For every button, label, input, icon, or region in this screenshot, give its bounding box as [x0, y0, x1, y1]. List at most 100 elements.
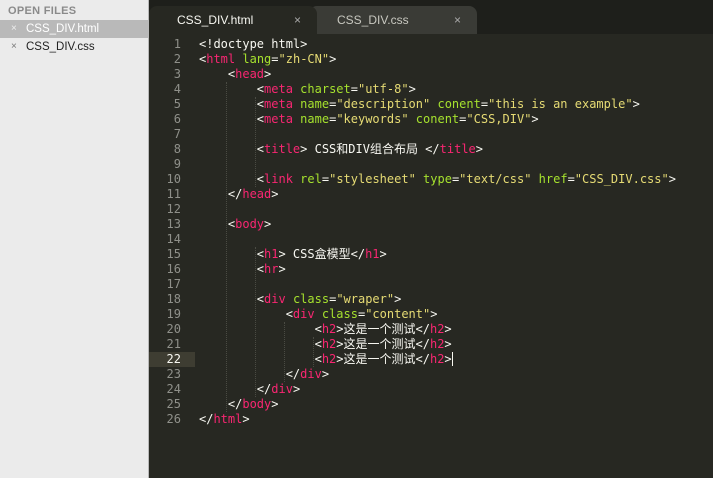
- code-token: <: [199, 322, 322, 336]
- code-token: >: [379, 247, 387, 261]
- code-token: >: [394, 292, 402, 306]
- code-token: >: [264, 217, 272, 231]
- line-number: 5: [173, 97, 181, 111]
- code-token: <: [199, 97, 265, 111]
- code-token: "keywords": [336, 112, 409, 126]
- code-token: html: [206, 52, 236, 66]
- code-token: meta: [264, 97, 293, 111]
- line-number: 25: [166, 397, 181, 411]
- code-line[interactable]: <meta name="keywords" conent="CSS,DIV">: [199, 112, 539, 127]
- code-token: h2: [321, 352, 337, 366]
- code-token: =: [567, 172, 575, 186]
- tab-css-div-css[interactable]: CSS_DIV.css ×: [309, 6, 477, 34]
- code-token: h1: [264, 247, 279, 261]
- tab-css-div-html[interactable]: CSS_DIV.html ×: [149, 6, 317, 34]
- code-token: rel: [300, 172, 322, 186]
- code-token: div: [271, 382, 293, 396]
- code-token: <: [199, 142, 265, 156]
- code-line[interactable]: <hr>: [199, 262, 286, 277]
- code-token: meta: [264, 82, 293, 96]
- code-token: >: [475, 142, 483, 156]
- code-token: "this is an example": [488, 97, 633, 111]
- code-token: class: [321, 307, 358, 321]
- line-number: 17: [166, 277, 181, 291]
- code-line[interactable]: <meta charset="utf-8">: [199, 82, 416, 97]
- code-line[interactable]: </div>: [199, 367, 329, 382]
- code-line[interactable]: <link rel="stylesheet" type="text/css" h…: [199, 172, 676, 187]
- code-line[interactable]: <body>: [199, 217, 271, 232]
- code-line[interactable]: <div class="content">: [199, 307, 438, 322]
- code-line[interactable]: <meta name="description" conent="this is…: [199, 97, 640, 112]
- code-token: "CSS,DIV": [466, 112, 532, 126]
- tab-bar: CSS_DIV.css × CSS_DIV.html ×: [149, 0, 713, 34]
- code-line[interactable]: </head>: [199, 187, 279, 202]
- line-number: 26: [166, 412, 181, 426]
- code-token: > CSS和DIV组合布局 </: [300, 142, 440, 156]
- line-number: 2: [173, 52, 181, 66]
- code-editor[interactable]: 1 2 3 4 5 6 7 8 9 10 11 12 13 14 15 16 17 18 19 20 21 22 23 24 2…: [149, 34, 713, 478]
- tab-label: CSS_DIV.css: [337, 13, 409, 27]
- code-token: title: [439, 142, 476, 156]
- code-line[interactable]: <html lang="zh-CN">: [199, 52, 336, 67]
- close-icon[interactable]: ×: [454, 6, 461, 34]
- code-line[interactable]: <head>: [199, 67, 271, 82]
- code-line[interactable]: </body>: [199, 397, 279, 412]
- code-line[interactable]: <!doctype html>: [199, 37, 307, 52]
- code-line[interactable]: <h1> CSS盒模型</h1>: [199, 247, 387, 262]
- code-token: name: [300, 112, 330, 126]
- code-line[interactable]: <h2>这是一个测试</h2>: [199, 337, 452, 352]
- code-token: =: [271, 52, 279, 66]
- line-number: 7: [173, 127, 181, 141]
- code-token: >: [668, 172, 676, 186]
- code-line[interactable]: </html>: [199, 412, 250, 427]
- open-files-header: OPEN FILES: [8, 5, 77, 17]
- code-token: > CSS盒模型</: [278, 247, 366, 261]
- code-token: <: [199, 262, 265, 276]
- code-token: >: [531, 112, 539, 126]
- code-token: "content": [365, 307, 431, 321]
- code-token: <: [199, 247, 265, 261]
- code-token: =: [480, 97, 489, 111]
- code-token: body: [235, 217, 265, 231]
- code-line[interactable]: <h2>这是一个测试</h2>: [199, 352, 453, 367]
- line-number: 22: [166, 352, 181, 366]
- code-token: <: [199, 307, 293, 321]
- line-number: 8: [173, 142, 181, 156]
- sidebar-file-css-div-css[interactable]: × CSS_DIV.css: [0, 38, 148, 56]
- code-token: h2: [321, 322, 337, 336]
- code-token: title: [264, 142, 301, 156]
- code-token: href: [538, 172, 568, 186]
- code-token: <!doctype html>: [199, 37, 308, 51]
- code-token: lang: [242, 52, 272, 66]
- close-icon[interactable]: ×: [11, 38, 17, 56]
- code-token: >: [264, 67, 272, 81]
- code-token: <: [199, 217, 236, 231]
- code-token: h2: [429, 352, 445, 366]
- code-line[interactable]: <title> CSS和DIV组合布局 </title>: [199, 142, 483, 157]
- close-icon[interactable]: ×: [11, 20, 17, 38]
- code-token: hr: [264, 262, 279, 276]
- code-token: "utf-8": [357, 82, 409, 96]
- code-token: <: [199, 82, 265, 96]
- code-line[interactable]: </div>: [199, 382, 300, 397]
- code-token: class: [292, 292, 330, 306]
- code-token: >: [321, 367, 330, 381]
- code-token: head: [235, 67, 265, 81]
- line-number: 10: [166, 172, 181, 186]
- code-token: h2: [429, 337, 445, 351]
- line-number: 3: [173, 67, 181, 81]
- sidebar-file-css-div-html[interactable]: × CSS_DIV.html: [0, 20, 148, 38]
- code-token: >: [632, 97, 640, 111]
- code-token: html: [213, 412, 243, 426]
- code-line[interactable]: <div class="wraper">: [199, 292, 402, 307]
- code-token: "wraper": [336, 292, 395, 306]
- code-token: </: [199, 187, 243, 201]
- code-line[interactable]: <h2>这是一个测试</h2>: [199, 322, 452, 337]
- code-token: >: [271, 397, 279, 411]
- close-icon[interactable]: ×: [294, 6, 301, 34]
- code-token: >这是一个测试</: [336, 352, 430, 366]
- code-token: >: [242, 412, 250, 426]
